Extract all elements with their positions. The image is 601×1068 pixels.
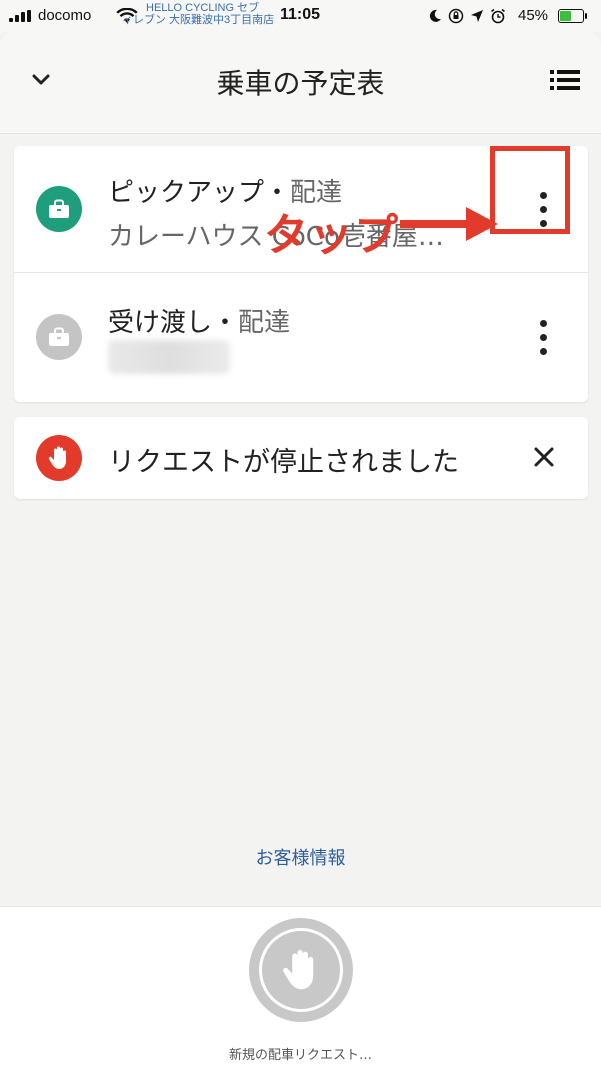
close-icon[interactable] [532,445,556,469]
request-paused-banner: リクエストが停止されました [14,417,588,499]
new-request-label: 新規の配車リクエスト… [228,1048,372,1063]
bottom-bar: 新規の配車リクエスト… [0,906,601,1068]
header: 乗車の予定表 [0,32,601,134]
hand-stop-circle [36,435,82,481]
status-time: 11:05 [280,6,321,23]
tap-highlight-box [490,146,570,234]
moon-icon [429,9,441,22]
orientation-lock-icon [448,8,464,24]
page-title: 乗車の予定表 [216,67,385,100]
stop-item-dropoff[interactable]: 受け渡し・配達 [14,274,588,401]
stop-button-ring [259,928,343,1012]
promo-line-1: HELLO CYCLING セブ [146,2,260,14]
alarm-icon [491,8,505,24]
signal-icon [9,10,33,22]
list-icon[interactable] [550,68,580,92]
battery-percent: 45% [518,7,549,24]
bag-icon [49,199,69,218]
promo-line-2: ィレブン 大阪難波中3丁目南店 [122,14,275,26]
stop-type: ピックアップ・ [108,178,291,208]
bag-icon [49,327,69,346]
stop-status-circle [36,314,82,360]
arrow-right-icon [400,207,498,241]
stop-status-circle [36,186,82,232]
request-status-text: リクエストが停止されました [108,447,459,478]
stop-category: 配達 [238,308,291,338]
tap-annotation-label: タップ [264,210,399,261]
hand-stop-icon [48,446,66,469]
location-arrow-icon [471,10,483,22]
status-bar: docomo HELLO CYCLING セブ ィレブン 大阪難波中3丁目南店 … [0,0,601,32]
carrier-name: docomo [38,7,92,24]
stop-requests-button[interactable] [249,918,353,1022]
battery-charging-icon [558,9,587,23]
stop-type: 受け渡し・ [108,308,239,338]
customer-info-link[interactable]: お客様情報 [0,844,601,870]
promo-text: HELLO CYCLING セブ ィレブン 大阪難波中3丁目南店 [122,2,274,26]
blurred-customer-name [108,340,230,374]
stop-title: 受け渡し・配達 [108,302,290,339]
status-icons [428,8,506,24]
hand-icon [283,949,314,990]
more-options-icon[interactable] [534,318,552,358]
